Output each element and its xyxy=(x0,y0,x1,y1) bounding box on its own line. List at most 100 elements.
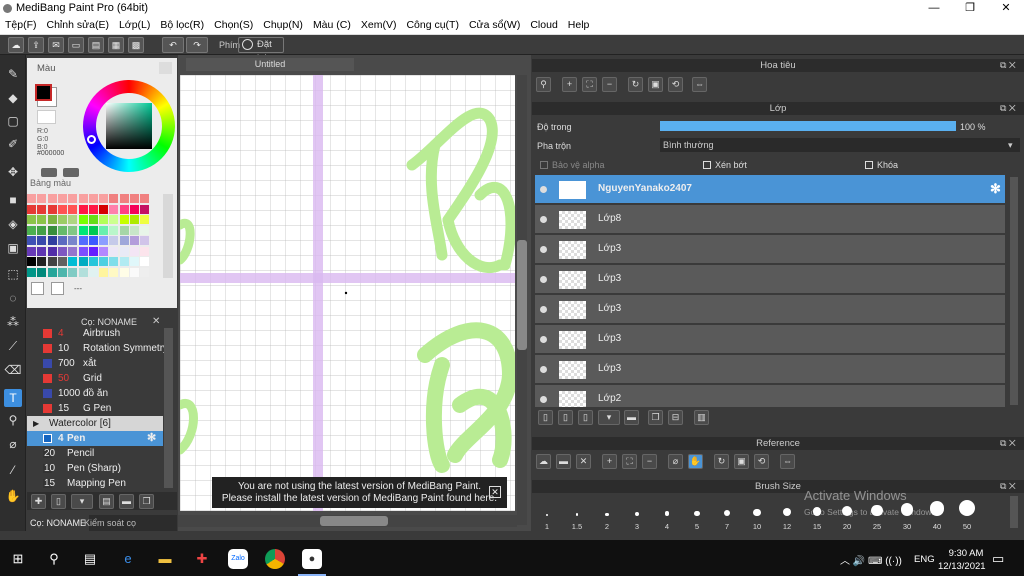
palette-swatch[interactable] xyxy=(119,225,129,235)
bucket-tool-icon[interactable]: ◈ xyxy=(4,215,22,233)
brush-row[interactable]: 1000 đồ ăn xyxy=(27,386,163,401)
palette-swatch[interactable] xyxy=(88,225,98,235)
palette-swatch[interactable] xyxy=(140,246,150,256)
palette-swatch[interactable] xyxy=(68,257,78,266)
reset-button[interactable]: Đặt lại xyxy=(238,37,284,64)
palette-swatch[interactable] xyxy=(37,267,47,277)
palette-swatch[interactable] xyxy=(140,215,150,224)
palette-swatch[interactable] xyxy=(88,246,98,256)
palette-swatch[interactable] xyxy=(57,257,67,266)
brush-size-option[interactable]: 10 xyxy=(742,498,772,531)
brush-size-option[interactable]: 3 xyxy=(622,498,652,531)
palette-swatch[interactable] xyxy=(109,267,119,277)
palette-swatch[interactable] xyxy=(130,225,139,235)
palette-swatch[interactable] xyxy=(78,194,88,203)
palette-swatch[interactable] xyxy=(109,225,119,235)
brush-size-option[interactable]: 20 xyxy=(832,498,862,531)
expand-arrow-icon[interactable]: ▶ xyxy=(33,416,39,431)
brush-row[interactable]: 10 Pen (Sharp) xyxy=(27,461,163,476)
menu-view[interactable]: Xem(V) xyxy=(356,17,402,34)
palette-swatch[interactable] xyxy=(99,257,109,266)
palette-swatch[interactable] xyxy=(119,204,129,214)
palette-swatch[interactable] xyxy=(109,204,119,214)
palette-swatch[interactable] xyxy=(68,204,78,214)
palette-swatch[interactable] xyxy=(109,246,119,256)
palette-swatch[interactable] xyxy=(68,194,78,203)
palette-swatch[interactable] xyxy=(68,267,78,277)
menu-capture[interactable]: Chụp(N) xyxy=(258,17,308,34)
palette-swatch[interactable] xyxy=(78,246,88,256)
panel-close-icon[interactable] xyxy=(159,62,172,74)
foreground-color-swatch[interactable] xyxy=(35,84,52,101)
palette-swatch[interactable] xyxy=(119,257,129,266)
drawing-canvas[interactable] xyxy=(180,75,515,511)
text-tool-icon[interactable]: T xyxy=(4,389,22,407)
move-tool-icon[interactable]: ✥ xyxy=(4,163,22,181)
copy-brush-icon[interactable]: ▤ xyxy=(99,494,114,509)
palette-swatch[interactable] xyxy=(27,257,36,266)
palette-swatch[interactable] xyxy=(27,225,36,235)
redo-icon[interactable]: ↷ xyxy=(186,37,208,53)
palette-swatch[interactable] xyxy=(78,225,88,235)
transparent-swatch[interactable] xyxy=(37,110,56,124)
hue-handle[interactable] xyxy=(87,135,96,144)
brush-row[interactable]: 10 Rotation Symmetry xyxy=(27,341,168,356)
palette-swatch[interactable] xyxy=(57,236,67,245)
menu-file[interactable]: Tệp(F) xyxy=(0,17,42,34)
brush-row[interactable]: 20 Pencil xyxy=(27,446,163,461)
hue-wheel[interactable] xyxy=(83,80,175,172)
palette-swatch[interactable] xyxy=(109,257,119,266)
palette-swatch[interactable] xyxy=(119,194,129,203)
palette-swatch[interactable] xyxy=(47,225,57,235)
palette-swatch[interactable] xyxy=(37,236,47,245)
palette-swatch[interactable] xyxy=(47,194,57,203)
edge-icon[interactable]: e xyxy=(118,549,138,569)
palette-swatch[interactable] xyxy=(37,257,47,266)
lasso-icon[interactable]: ◌ xyxy=(4,289,22,307)
palette-swatch[interactable] xyxy=(47,257,57,266)
palette-swatch[interactable] xyxy=(57,225,67,235)
palette-swatch[interactable] xyxy=(119,215,129,224)
palette-swatch[interactable] xyxy=(27,267,36,277)
palette-swatch[interactable] xyxy=(47,267,57,277)
palette-swatch[interactable] xyxy=(140,204,150,214)
palette-swatch[interactable] xyxy=(27,236,36,245)
palette-swatch[interactable] xyxy=(99,236,109,245)
palette-swatch[interactable] xyxy=(27,194,36,203)
palette-swatch[interactable] xyxy=(78,257,88,266)
brush-menu-icon[interactable]: ▾ xyxy=(71,494,93,509)
palette-swatch[interactable] xyxy=(99,204,109,214)
canvas-hscroll-thumb[interactable] xyxy=(320,516,388,526)
duplicate-icon[interactable]: ❐ xyxy=(139,494,154,509)
saturation-square[interactable] xyxy=(106,103,152,149)
palette-swatch[interactable] xyxy=(57,246,67,256)
palette-swatch[interactable] xyxy=(140,194,150,203)
palette-swatch[interactable] xyxy=(99,194,109,203)
tab-brush[interactable]: Cọ: NONAME xyxy=(27,515,90,531)
palette-swatch[interactable] xyxy=(37,215,47,224)
palette-swatch[interactable] xyxy=(99,225,109,235)
brush-tool-icon[interactable]: ✎ xyxy=(4,65,22,83)
palette-swatch[interactable] xyxy=(78,215,88,224)
brush-size-option[interactable]: 4 xyxy=(652,498,682,531)
clock-date[interactable]: 12/13/2021 xyxy=(938,561,986,572)
palette-swatch[interactable] xyxy=(130,204,139,214)
windows-start-icon[interactable]: ⊞ xyxy=(8,549,28,569)
palette-swatch[interactable] xyxy=(130,267,139,277)
brush-row[interactable]: 50 Grid xyxy=(27,371,163,386)
palette-swatch[interactable] xyxy=(37,204,47,214)
medibang-icon[interactable]: ● xyxy=(302,549,322,569)
brush-size-option[interactable]: 50 xyxy=(952,498,982,531)
tab-brush-control[interactable]: Kiểm soát cọ xyxy=(84,515,136,531)
menu-filter[interactable]: Bộ lọc(R) xyxy=(155,17,209,34)
palette-swatch[interactable] xyxy=(47,215,57,224)
palette-swatch[interactable] xyxy=(68,225,78,235)
chrome-icon[interactable] xyxy=(265,549,285,569)
tray-icons[interactable]: ︿ 🔊 ⌨ ((·)) xyxy=(840,552,902,567)
add-color-icon[interactable] xyxy=(63,168,79,177)
chat-icon[interactable]: ▭ xyxy=(68,37,84,53)
palette-swatch[interactable] xyxy=(78,236,88,245)
zalo-icon[interactable]: Zalo xyxy=(228,549,248,569)
brush-size-option[interactable]: 30 xyxy=(892,498,922,531)
brush-size-option[interactable]: 15 xyxy=(802,498,832,531)
